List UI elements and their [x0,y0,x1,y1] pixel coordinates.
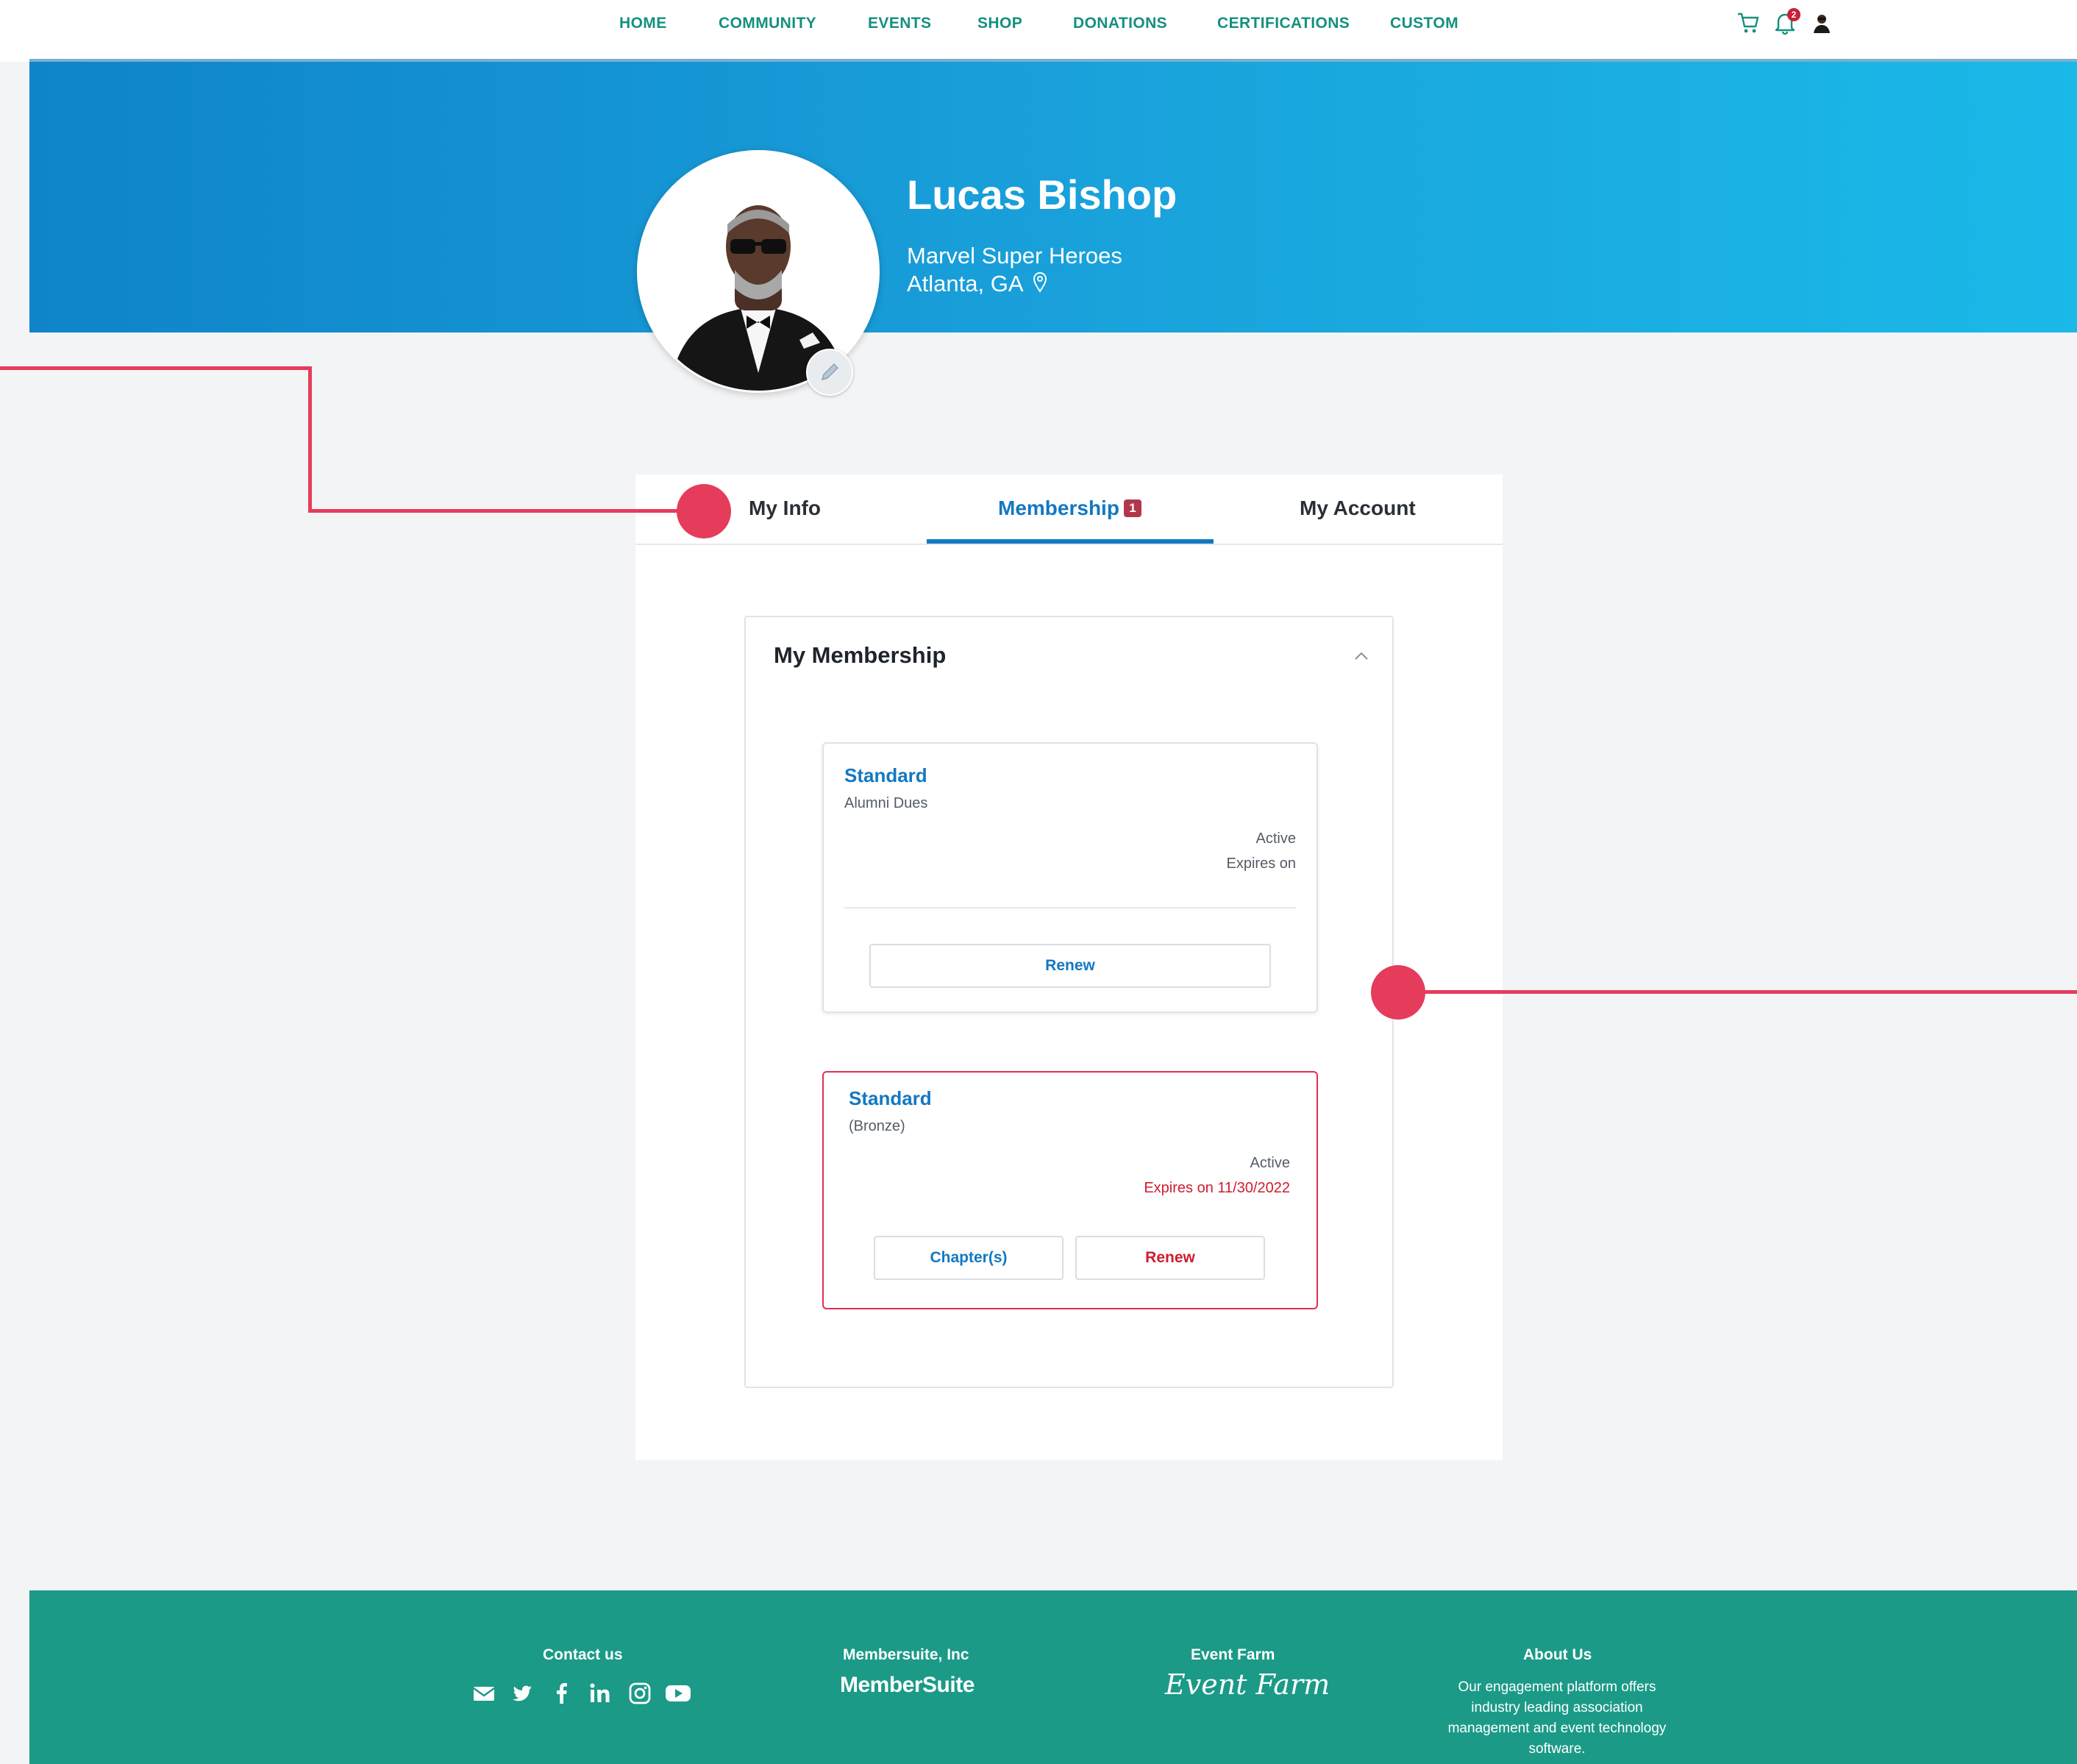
section-title: My Membership [774,642,947,668]
footer-about-text: Our engagement platform offers industry … [1447,1679,1667,1757]
tab-my-info[interactable]: My Info [749,497,821,520]
eventfarm-logo[interactable]: Event Farm [1165,1668,1330,1701]
membership-expiry: Expires on [1226,856,1297,872]
callout-line [1399,990,2077,994]
renew-button[interactable]: Renew [1075,1236,1265,1280]
profile-tabs: My Info Membership 1 My Account [635,474,1503,545]
nav-link-events[interactable]: EVENTS [868,15,931,32]
footer-about-title: About Us [1523,1646,1592,1663]
nav-link-home[interactable]: HOME [619,15,667,32]
membership-status: Active [1255,831,1296,847]
membership-name[interactable]: Standard [844,764,927,787]
callout-line [308,366,312,513]
tab-membership-label: Membership [998,497,1119,519]
profile-location-text: Atlanta, GA [907,271,1022,296]
footer [29,1590,2077,1764]
nav-link-shop[interactable]: SHOP [977,15,1022,32]
facebook-icon[interactable] [550,1682,574,1707]
membership-card-expiring: Standard (Bronze) Active Expires on 11/3… [822,1071,1318,1309]
active-tab-indicator [927,539,1214,544]
membership-subtitle: Alumni Dues [844,795,928,811]
nav-links: HOME COMMUNITY EVENTS SHOP DONATIONS CER… [0,15,2077,44]
callout-marker-my-info [677,484,731,538]
profile-name: Lucas Bishop [907,171,1178,218]
linkedin-icon[interactable] [588,1682,612,1707]
user-avatar[interactable] [1809,10,1834,39]
notification-badge: 2 [1787,8,1800,21]
twitter-icon[interactable] [510,1682,534,1707]
tab-my-account[interactable]: My Account [1300,497,1416,520]
membership-badge: 1 [1123,499,1141,517]
top-navigation-bar: HOME COMMUNITY EVENTS SHOP DONATIONS CER… [0,0,2077,62]
membership-card: Standard Alumni Dues Active Expires on R… [822,742,1318,1013]
edit-photo-button[interactable] [806,349,853,396]
membership-subtitle: (Bronze) [849,1118,905,1134]
chevron-up-icon[interactable] [1350,645,1372,667]
membership-status: Active [1250,1155,1290,1171]
membership-name[interactable]: Standard [849,1087,932,1110]
renew-button[interactable]: Renew [869,944,1271,988]
bell-icon[interactable]: 2 [1773,8,1800,39]
nav-link-donations[interactable]: DONATIONS [1073,15,1167,32]
youtube-icon[interactable] [665,1682,691,1707]
callout-line [0,366,312,370]
profile-organization: Marvel Super Heroes [907,243,1122,268]
callout-marker-membership-card [1371,965,1425,1020]
footer-membersuite-title: Membersuite, Inc [843,1646,969,1663]
my-membership-section: My Membership Standard Alumni Dues Activ… [744,616,1394,1388]
footer-eventfarm-title: Event Farm [1191,1646,1275,1663]
membership-expiry-warning: Expires on 11/30/2022 [1144,1180,1290,1196]
nav-link-custom[interactable]: CUSTOM [1390,15,1458,32]
profile-panel: My Info Membership 1 My Account My Member… [635,474,1503,1460]
membersuite-logo[interactable]: MemberSuite [840,1673,975,1698]
nav-link-community[interactable]: COMMUNITY [719,15,816,32]
card-divider [844,907,1296,908]
callout-line [308,509,705,513]
chapters-button[interactable]: Chapter(s) [874,1236,1064,1280]
location-pin-icon [1033,272,1047,299]
instagram-icon[interactable] [628,1682,652,1707]
email-icon[interactable] [472,1682,496,1707]
cart-icon[interactable] [1736,10,1761,39]
footer-contact-title: Contact us [543,1646,623,1663]
nav-link-certifications[interactable]: CERTIFICATIONS [1217,15,1350,32]
tab-membership[interactable]: Membership 1 [998,497,1141,520]
profile-location: Atlanta, GA [907,271,1047,299]
